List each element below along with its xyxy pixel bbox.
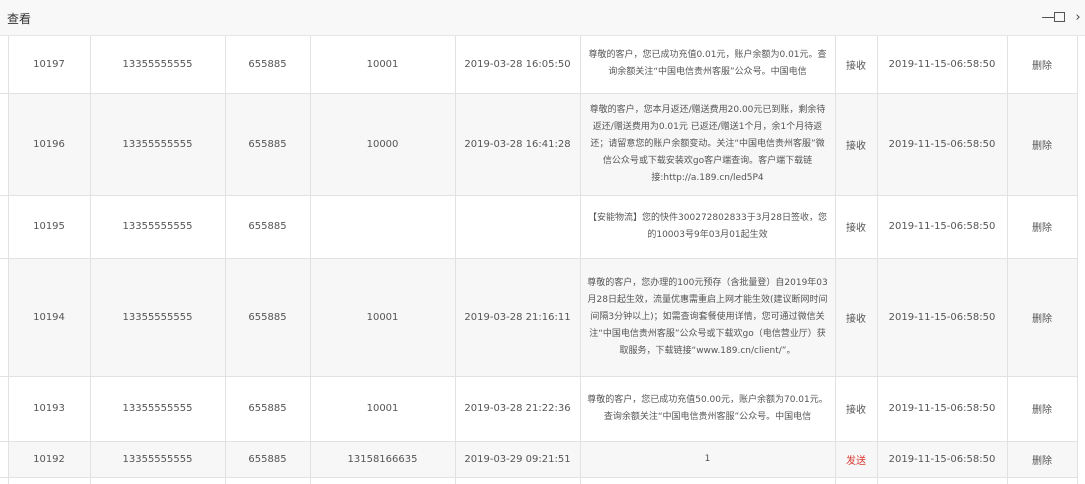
cell-code: 655885 bbox=[225, 258, 311, 377]
cell-content: 尊敬的客户，您已成功充值50.00元，账户余额为70.01元。查询余额关注“中国… bbox=[580, 376, 836, 442]
cell-time: 2019-03-28 16:41:28 bbox=[455, 93, 581, 196]
delete-button[interactable]: 删除 bbox=[1007, 195, 1078, 259]
table-row bbox=[0, 477, 1078, 484]
cell-empty bbox=[90, 477, 226, 484]
cell-empty bbox=[8, 477, 91, 484]
cell-type: 接收 bbox=[835, 195, 878, 259]
cell-number: 10001 bbox=[310, 36, 456, 94]
cell-empty bbox=[835, 477, 878, 484]
message-table-container[interactable]: 10197 13355555555 655885 10001 2019-03-2… bbox=[0, 36, 1085, 484]
table-row: 10193 13355555555 655885 10001 2019-03-2… bbox=[0, 376, 1078, 442]
cell-content: 1 bbox=[580, 441, 836, 478]
delete-button[interactable]: 删除 bbox=[1007, 258, 1078, 377]
cell-content: 尊敬的客户，您本月返还/赠送费用20.00元已到账，剩余待返还/赠送费用为0.0… bbox=[580, 93, 836, 196]
cell-type: 接收 bbox=[835, 258, 878, 377]
cell-number: 10001 bbox=[310, 258, 456, 377]
cell-type: 接收 bbox=[835, 376, 878, 442]
table-row: 10194 13355555555 655885 10001 2019-03-2… bbox=[0, 258, 1078, 377]
cell-created: 2019-11-15-06:58:50 bbox=[877, 258, 1008, 377]
cell-id: 10192 bbox=[8, 441, 91, 478]
chevron-right-icon[interactable]: › bbox=[1070, 10, 1085, 26]
cell-code: 655885 bbox=[225, 441, 311, 478]
cell-code: 655885 bbox=[225, 93, 311, 196]
cell-phone: 13355555555 bbox=[90, 258, 226, 377]
cell-created: 2019-11-15-06:58:50 bbox=[877, 376, 1008, 442]
cell-code: 655885 bbox=[225, 376, 311, 442]
cell-empty bbox=[455, 477, 581, 484]
row-gutter bbox=[0, 477, 9, 484]
row-gutter bbox=[0, 376, 9, 442]
row-gutter bbox=[0, 36, 9, 94]
cell-created: 2019-11-15-06:58:50 bbox=[877, 195, 1008, 259]
cell-number: 10000 bbox=[310, 93, 456, 196]
delete-button[interactable]: 删除 bbox=[1007, 376, 1078, 442]
cell-id: 10195 bbox=[8, 195, 91, 259]
cell-id: 10193 bbox=[8, 376, 91, 442]
delete-button[interactable]: 删除 bbox=[1007, 36, 1078, 94]
cell-created: 2019-11-15-06:58:50 bbox=[877, 441, 1008, 478]
cell-empty bbox=[1007, 477, 1078, 484]
cell-empty bbox=[580, 477, 836, 484]
cell-number: 10001 bbox=[310, 376, 456, 442]
cell-id: 10197 bbox=[8, 36, 91, 94]
cell-phone: 13355555555 bbox=[90, 36, 226, 94]
cell-empty bbox=[877, 477, 1008, 484]
row-gutter bbox=[0, 195, 9, 259]
table-row: 10192 13355555555 655885 13158166635 201… bbox=[0, 441, 1078, 478]
cell-phone: 13355555555 bbox=[90, 376, 226, 442]
cell-number bbox=[310, 195, 456, 259]
cell-phone: 13355555555 bbox=[90, 195, 226, 259]
cell-time: 2019-03-28 16:05:50 bbox=[455, 36, 581, 94]
cell-phone: 13355555555 bbox=[90, 93, 226, 196]
dialog-titlebar: 查看 — › bbox=[0, 0, 1085, 36]
cell-created: 2019-11-15-06:58:50 bbox=[877, 36, 1008, 94]
cell-time bbox=[455, 195, 581, 259]
cell-content: 尊敬的客户，您办理的100元预存（含批量登）自2019年03月28日起生效，流量… bbox=[580, 258, 836, 377]
cell-number: 13158166635 bbox=[310, 441, 456, 478]
cell-time: 2019-03-28 21:22:36 bbox=[455, 376, 581, 442]
cell-content: 【安能物流】您的快件300272802833于3月28日签收，您的10003号9… bbox=[580, 195, 836, 259]
cell-type: 接收 bbox=[835, 93, 878, 196]
message-table: 10197 13355555555 655885 10001 2019-03-2… bbox=[0, 36, 1078, 484]
cell-content: 尊敬的客户，您已成功充值0.01元，账户余额为0.01元。查询余额关注“中国电信… bbox=[580, 36, 836, 94]
cell-type: 接收 bbox=[835, 36, 878, 94]
table-row: 10195 13355555555 655885 【安能物流】您的快件30027… bbox=[0, 195, 1078, 259]
table-row: 10196 13355555555 655885 10000 2019-03-2… bbox=[0, 93, 1078, 196]
table-row: 10197 13355555555 655885 10001 2019-03-2… bbox=[0, 36, 1078, 94]
cell-time: 2019-03-29 09:21:51 bbox=[455, 441, 581, 478]
cell-id: 10194 bbox=[8, 258, 91, 377]
row-gutter bbox=[0, 258, 9, 377]
cell-code: 655885 bbox=[225, 36, 311, 94]
cell-time: 2019-03-28 21:16:11 bbox=[455, 258, 581, 377]
view-dialog: 查看 — › 10197 13355555555 655885 10001 20… bbox=[0, 0, 1085, 484]
delete-button[interactable]: 删除 bbox=[1007, 93, 1078, 196]
cell-code: 655885 bbox=[225, 195, 311, 259]
delete-button[interactable]: 删除 bbox=[1007, 441, 1078, 478]
cell-empty bbox=[310, 477, 456, 484]
cell-phone: 13355555555 bbox=[90, 441, 226, 478]
row-gutter bbox=[0, 441, 9, 478]
row-gutter bbox=[0, 93, 9, 196]
cell-id: 10196 bbox=[8, 93, 91, 196]
cell-created: 2019-11-15-06:58:50 bbox=[877, 93, 1008, 196]
cell-empty bbox=[225, 477, 311, 484]
maximize-icon[interactable] bbox=[1051, 10, 1067, 26]
cell-type: 发送 bbox=[835, 441, 878, 478]
dialog-title: 查看 bbox=[7, 12, 32, 26]
